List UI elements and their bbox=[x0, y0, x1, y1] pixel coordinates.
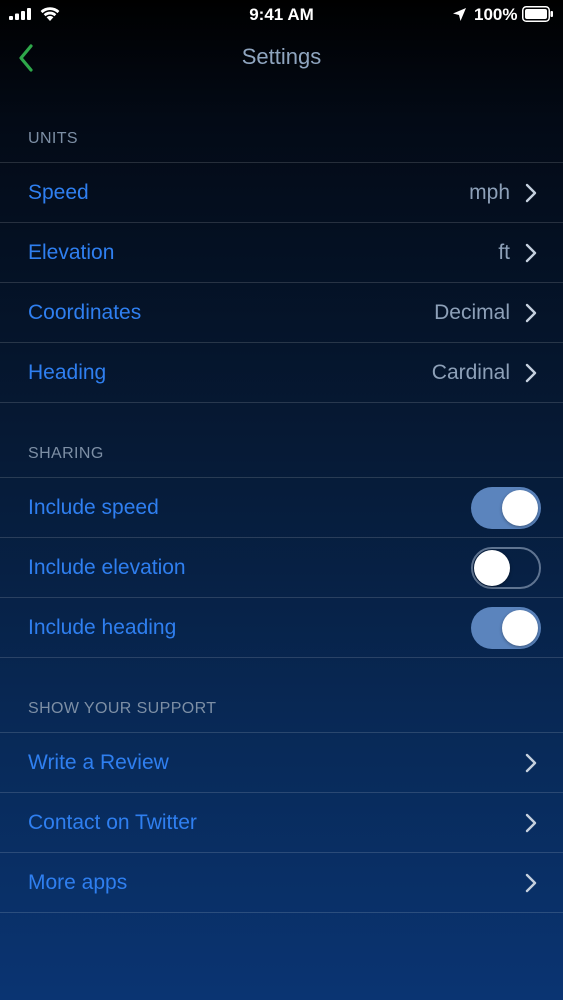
support-section: SHOW YOUR SUPPORT Write a Review Contact… bbox=[0, 686, 563, 913]
row-label: More apps bbox=[28, 870, 128, 894]
row-label: Heading bbox=[28, 360, 107, 384]
row-label: Include elevation bbox=[28, 555, 186, 579]
support-row-more-apps[interactable]: More apps bbox=[0, 853, 563, 913]
sharing-row-include-heading: Include heading bbox=[0, 598, 563, 658]
section-header-support: SHOW YOUR SUPPORT bbox=[0, 686, 563, 733]
location-arrow-icon bbox=[453, 8, 466, 21]
status-bar: 9:41 AM 100% bbox=[0, 0, 563, 30]
row-label: Contact on Twitter bbox=[28, 810, 197, 834]
units-row-elevation[interactable]: Elevation ft bbox=[0, 223, 563, 283]
chevron-right-icon bbox=[525, 363, 537, 383]
toggle-knob bbox=[502, 490, 538, 526]
row-label: Include heading bbox=[28, 615, 177, 639]
row-label: Write a Review bbox=[28, 750, 169, 774]
chevron-right-icon bbox=[525, 873, 537, 893]
units-row-heading[interactable]: Heading Cardinal bbox=[0, 343, 563, 403]
row-label: Speed bbox=[28, 180, 89, 204]
units-row-coordinates[interactable]: Coordinates Decimal bbox=[0, 283, 563, 343]
units-section: UNITS Speed mph Elevation ft Coordinates… bbox=[0, 116, 563, 403]
toggle-knob bbox=[502, 610, 538, 646]
sharing-section: SHARING Include speed Include elevation … bbox=[0, 431, 563, 658]
page-title: Settings bbox=[241, 44, 322, 69]
row-label: Include speed bbox=[28, 495, 159, 519]
row-label: Coordinates bbox=[28, 300, 142, 324]
row-value: Decimal bbox=[434, 300, 510, 324]
sharing-row-include-elevation: Include elevation bbox=[0, 538, 563, 598]
row-value: ft bbox=[498, 240, 510, 264]
include-heading-toggle[interactable] bbox=[471, 607, 541, 649]
battery-percent: 100% bbox=[474, 5, 518, 24]
section-header-units: UNITS bbox=[0, 116, 563, 163]
row-value: Cardinal bbox=[431, 360, 510, 384]
chevron-right-icon bbox=[525, 183, 537, 203]
chevron-right-icon bbox=[525, 303, 537, 323]
support-row-contact-twitter[interactable]: Contact on Twitter bbox=[0, 793, 563, 853]
toggle-knob bbox=[474, 550, 510, 586]
chevron-right-icon bbox=[525, 813, 537, 833]
chevron-right-icon bbox=[525, 753, 537, 773]
navigation-bar: Settings bbox=[0, 30, 563, 86]
row-value: mph bbox=[469, 180, 510, 204]
row-label: Elevation bbox=[28, 240, 115, 264]
include-speed-toggle[interactable] bbox=[471, 487, 541, 529]
include-elevation-toggle[interactable] bbox=[471, 547, 541, 589]
chevron-right-icon bbox=[525, 243, 537, 263]
units-row-speed[interactable]: Speed mph bbox=[0, 163, 563, 223]
support-row-write-review[interactable]: Write a Review bbox=[0, 733, 563, 793]
section-header-sharing: SHARING bbox=[0, 431, 563, 478]
battery-icon bbox=[522, 6, 553, 22]
sharing-row-include-speed: Include speed bbox=[0, 478, 563, 538]
